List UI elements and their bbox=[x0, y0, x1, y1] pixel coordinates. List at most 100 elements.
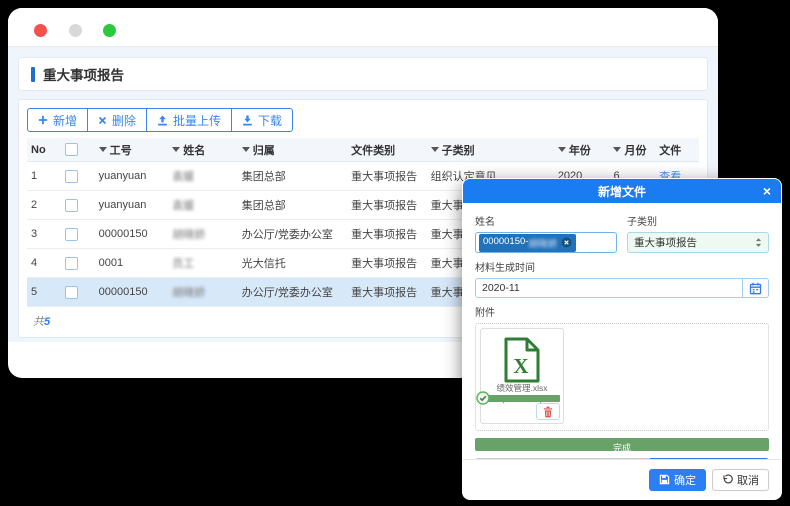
filter-icon bbox=[99, 147, 107, 152]
close-window-icon[interactable] bbox=[34, 24, 47, 37]
undo-icon bbox=[722, 474, 733, 485]
minimize-window-icon[interactable] bbox=[69, 24, 82, 37]
filter-icon bbox=[613, 147, 621, 152]
date-input-group: 2020-11 bbox=[475, 278, 769, 298]
select-spinner-icon bbox=[755, 237, 762, 248]
col-select bbox=[61, 143, 95, 156]
remove-tag-icon[interactable] bbox=[561, 237, 572, 248]
close-icon[interactable]: × bbox=[763, 181, 771, 201]
filter-icon bbox=[172, 147, 180, 152]
cell-name: 胡晓娇 bbox=[172, 226, 205, 242]
save-icon bbox=[659, 474, 670, 485]
maximize-window-icon[interactable] bbox=[103, 24, 116, 37]
subcategory-label: 子类别 bbox=[627, 213, 769, 228]
confirm-button-label: 确定 bbox=[674, 472, 696, 488]
file-card-name: 绩效管理.xlsx bbox=[481, 383, 563, 394]
col-name[interactable]: 姓名 bbox=[168, 142, 238, 158]
cell-empno: 00000150 bbox=[95, 228, 169, 240]
cell-category: 重大事项报告 bbox=[347, 168, 427, 184]
cell-empno: 00000150 bbox=[95, 286, 169, 298]
cell-empno: yuanyuan bbox=[95, 199, 169, 211]
plus-icon bbox=[38, 115, 48, 125]
calendar-icon[interactable] bbox=[742, 279, 768, 297]
download-button-label: 下载 bbox=[258, 112, 282, 129]
title-accent-bar bbox=[31, 67, 35, 82]
modal-body: 姓名 00000150-胡晓娇 子类别 重大事项报告 材料 bbox=[463, 203, 781, 480]
cell-category: 重大事项报告 bbox=[347, 226, 427, 242]
modal-footer: 确定 取消 bbox=[463, 459, 781, 499]
window-titlebar bbox=[8, 8, 718, 47]
row-checkbox[interactable] bbox=[65, 170, 78, 183]
col-org[interactable]: 归属 bbox=[238, 142, 347, 158]
row-checkbox[interactable] bbox=[65, 257, 78, 270]
total-count: 5 bbox=[44, 316, 50, 328]
cell-org: 办公厅/党委办公室 bbox=[238, 226, 347, 242]
cell-no: 1 bbox=[27, 170, 61, 182]
cell-org: 集团总部 bbox=[238, 168, 347, 184]
attachment-dropzone[interactable]: X 绩效管理.xlsx (14.58 KB) bbox=[475, 323, 769, 431]
batch-upload-button[interactable]: 批量上传 bbox=[146, 108, 232, 132]
trash-icon bbox=[543, 406, 553, 418]
total-label: 共 bbox=[33, 316, 44, 328]
file-progress-bar bbox=[484, 395, 560, 402]
cell-name: 袁媛 bbox=[172, 168, 194, 184]
download-button[interactable]: 下载 bbox=[231, 108, 293, 132]
page-header-panel: 重大事项报告 bbox=[18, 57, 708, 91]
excel-file-icon: X bbox=[481, 337, 563, 383]
cell-name: 袁媛 bbox=[172, 197, 194, 213]
cell-category: 重大事项报告 bbox=[347, 255, 427, 271]
row-checkbox[interactable] bbox=[65, 228, 78, 241]
cancel-button[interactable]: 取消 bbox=[712, 469, 769, 491]
cell-org: 集团总部 bbox=[238, 197, 347, 213]
col-year[interactable]: 年份 bbox=[554, 142, 610, 158]
add-file-modal: 新增文件 × 姓名 00000150-胡晓娇 子类别 重大事项报告 bbox=[462, 178, 782, 500]
cell-org: 光大信托 bbox=[238, 255, 347, 271]
name-tag-person: 胡晓娇 bbox=[528, 236, 557, 250]
cell-no: 4 bbox=[27, 257, 61, 269]
add-button[interactable]: 新增 bbox=[27, 108, 88, 132]
name-tag-prefix: 00000150- bbox=[483, 236, 528, 250]
row-checkbox[interactable] bbox=[65, 199, 78, 212]
filter-icon bbox=[431, 147, 439, 152]
date-input[interactable]: 2020-11 bbox=[476, 279, 742, 297]
uploaded-file-card: X 绩效管理.xlsx (14.58 KB) bbox=[480, 328, 564, 424]
delete-button[interactable]: 删除 bbox=[87, 108, 147, 132]
row-checkbox[interactable] bbox=[65, 286, 78, 299]
col-category: 文件类别 bbox=[347, 142, 427, 158]
col-no: No bbox=[27, 144, 61, 156]
cell-name: 胡晓娇 bbox=[172, 284, 205, 300]
select-all-checkbox[interactable] bbox=[65, 143, 78, 156]
name-tag: 00000150-胡晓娇 bbox=[479, 234, 576, 252]
attachment-label: 附件 bbox=[475, 304, 769, 319]
check-circle-icon bbox=[476, 391, 490, 405]
cell-no: 5 bbox=[27, 286, 61, 298]
x-icon bbox=[98, 116, 107, 125]
cancel-button-label: 取消 bbox=[737, 472, 759, 488]
modal-title: 新增文件 bbox=[598, 183, 646, 200]
col-subcategory[interactable]: 子类别 bbox=[427, 142, 554, 158]
cell-no: 3 bbox=[27, 228, 61, 240]
cell-no: 2 bbox=[27, 199, 61, 211]
cell-empno: 0001 bbox=[95, 257, 169, 269]
confirm-button[interactable]: 确定 bbox=[649, 469, 706, 491]
upload-progress-label: 完成 bbox=[613, 443, 631, 453]
col-empno[interactable]: 工号 bbox=[95, 142, 169, 158]
download-icon bbox=[242, 115, 253, 126]
cell-empno: yuanyuan bbox=[95, 170, 169, 182]
name-label: 姓名 bbox=[475, 213, 617, 228]
col-month[interactable]: 月份 bbox=[609, 142, 655, 158]
date-label: 材料生成时间 bbox=[475, 259, 769, 274]
upload-icon bbox=[157, 115, 168, 126]
name-input[interactable]: 00000150-胡晓娇 bbox=[475, 232, 617, 253]
upload-progress-bar: 完成 bbox=[475, 438, 769, 451]
svg-text:X: X bbox=[513, 354, 528, 378]
cell-category: 重大事项报告 bbox=[347, 197, 427, 213]
delete-file-button[interactable] bbox=[536, 403, 560, 420]
cell-name: 员工 bbox=[172, 255, 194, 271]
subcategory-select[interactable]: 重大事项报告 bbox=[627, 232, 769, 253]
subcategory-value: 重大事项报告 bbox=[634, 235, 697, 250]
cell-org: 办公厅/党委办公室 bbox=[238, 284, 347, 300]
filter-icon bbox=[242, 147, 250, 152]
toolbar: 新增 删除 批量上传 下载 bbox=[27, 108, 699, 132]
delete-button-label: 删除 bbox=[112, 112, 136, 129]
